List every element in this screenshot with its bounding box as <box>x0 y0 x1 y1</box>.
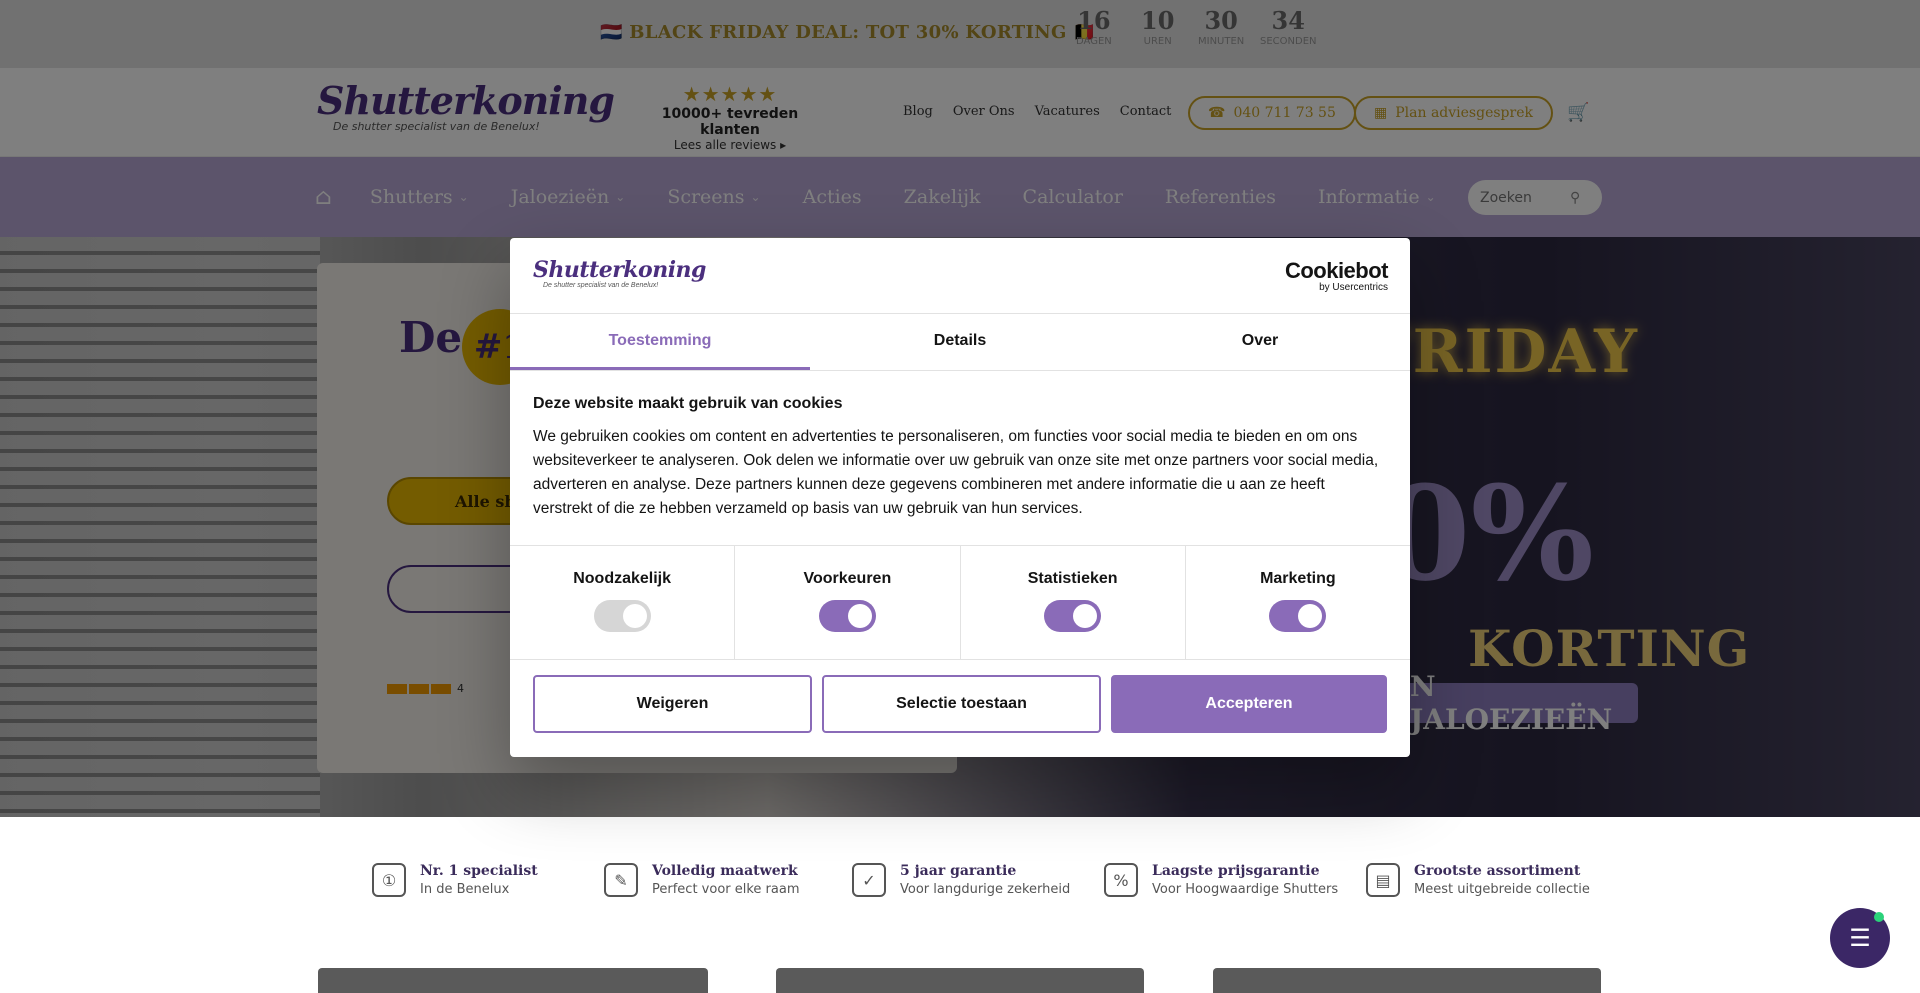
tab-details[interactable]: Details <box>810 314 1110 370</box>
cookie-dialog-header: Shutterkoning De shutter specialist van … <box>510 238 1410 314</box>
cookie-actions: Weigeren Selectie toestaan Accepteren <box>510 660 1410 748</box>
product-card-image[interactable] <box>318 968 708 993</box>
award-icon: ① <box>372 863 406 897</box>
toggle-statistieken: Statistieken <box>961 546 1186 659</box>
cookie-consent-dialog: Shutterkoning De shutter specialist van … <box>510 238 1410 757</box>
usp-item: ① Nr. 1 specialist In de Benelux <box>372 863 538 897</box>
toggle-switch[interactable] <box>1269 600 1327 632</box>
cookiebot-logo[interactable]: Cookiebot by Usercentrics <box>1285 260 1389 294</box>
cookie-description: We gebruiken cookies om content en adver… <box>533 428 1379 517</box>
assortment-icon: ▤ <box>1366 863 1400 897</box>
measure-icon: ✎ <box>604 863 638 897</box>
price-tag-icon: % <box>1104 863 1138 897</box>
usp-item: % Laagste prijsgarantie Voor Hoogwaardige… <box>1104 863 1338 897</box>
toggle-noodzakelijk: Noodzakelijk <box>510 546 736 659</box>
warranty-icon: ✓ <box>852 863 886 897</box>
allow-selection-button[interactable]: Selectie toestaan <box>822 675 1101 733</box>
usp-item: ✓ 5 jaar garantie Voor langdurige zekerhe… <box>852 863 1070 897</box>
tab-toestemming[interactable]: Toestemming <box>510 314 810 370</box>
cookie-heading: Deze website maakt gebruik van cookies <box>533 395 843 412</box>
cookie-body: Deze website maakt gebruik van cookies W… <box>510 371 1410 545</box>
toggle-marketing: Marketing <box>1186 546 1410 659</box>
cookie-tabs: Toestemming Details Over <box>510 314 1410 371</box>
online-status-dot <box>1874 912 1884 922</box>
usp-strip: ① Nr. 1 specialist In de Benelux ✎ Volled… <box>0 817 1920 957</box>
tab-over[interactable]: Over <box>1110 314 1410 370</box>
usp-item: ✎ Volledig maatwerk Perfect voor elke raa… <box>604 863 800 897</box>
cookie-dialog-logo: Shutterkoning De shutter specialist van … <box>533 257 706 289</box>
toggle-switch[interactable] <box>1044 600 1102 632</box>
deny-button[interactable]: Weigeren <box>533 675 812 733</box>
product-card-image[interactable] <box>776 968 1144 993</box>
product-card-image[interactable] <box>1213 968 1601 993</box>
toggle-switch <box>593 600 651 632</box>
cookie-category-toggles: Noodzakelijk Voorkeuren Statistieken Mar… <box>510 545 1410 660</box>
toggle-voorkeuren: Voorkeuren <box>735 546 961 659</box>
toggle-switch[interactable] <box>818 600 876 632</box>
accept-all-button[interactable]: Accepteren <box>1111 675 1387 733</box>
chat-button[interactable]: ☰ <box>1830 908 1890 968</box>
chat-icon: ☰ <box>1849 924 1871 952</box>
usp-item: ▤ Grootste assortiment Meest uitgebreide … <box>1366 863 1590 897</box>
